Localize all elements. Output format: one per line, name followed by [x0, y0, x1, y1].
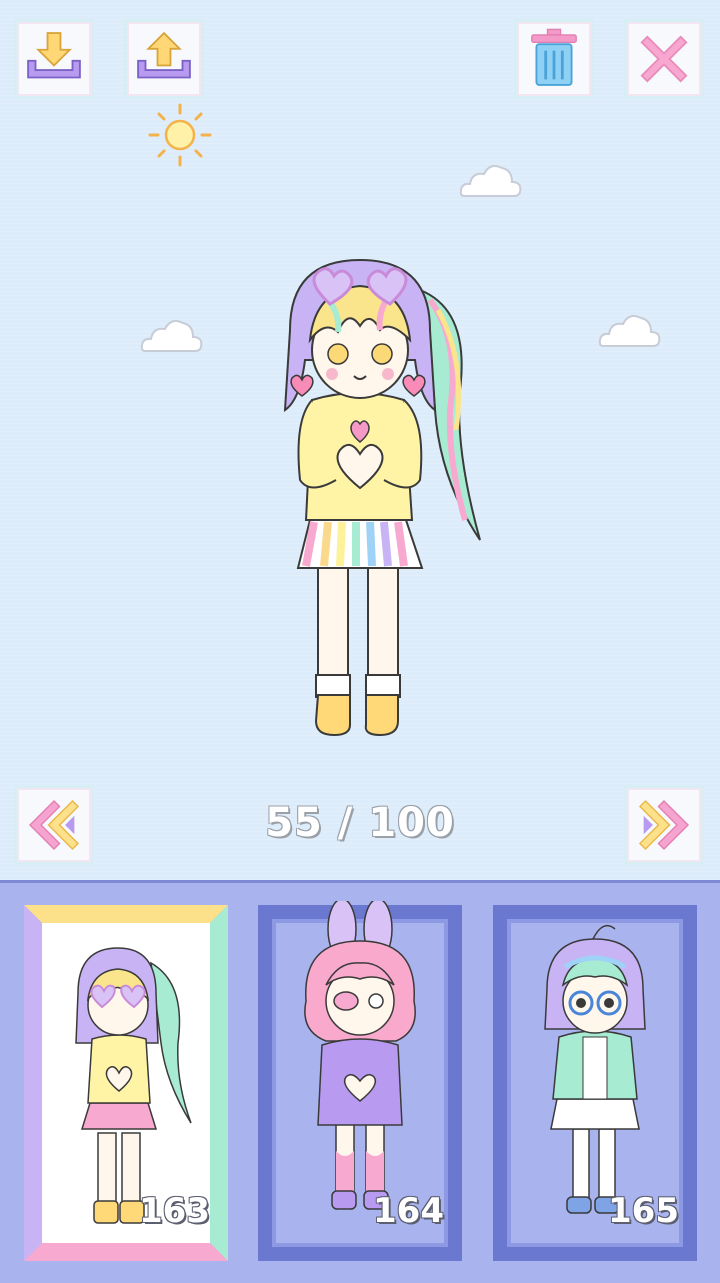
- character-slot[interactable]: 164: [258, 901, 462, 1261]
- character-slot-tray: 163 164 165: [0, 880, 720, 1283]
- next-button[interactable]: [624, 785, 704, 865]
- close-icon: [640, 35, 688, 83]
- slot-number: 165: [608, 1191, 679, 1231]
- delete-button[interactable]: [514, 19, 594, 99]
- cloud-icon: [598, 315, 661, 347]
- double-chevron-right-icon: [638, 799, 690, 851]
- trash-icon: [531, 28, 577, 86]
- download-button[interactable]: [14, 19, 94, 99]
- character-slot[interactable]: 165: [493, 905, 697, 1261]
- upload-icon: [137, 31, 191, 79]
- slot-number: 164: [373, 1191, 444, 1231]
- character-thumbnail: [304, 901, 416, 1210]
- slot-number: 163: [139, 1191, 210, 1231]
- sun-icon: [148, 103, 212, 167]
- double-chevron-left-icon: [28, 799, 80, 851]
- page-counter: 55 / 100: [265, 800, 455, 846]
- cloud-icon: [459, 165, 522, 197]
- download-icon: [27, 32, 81, 79]
- upload-button[interactable]: [124, 19, 204, 99]
- cloud-icon: [140, 320, 203, 352]
- close-button[interactable]: [624, 19, 704, 99]
- character-preview: [283, 258, 481, 737]
- previous-button[interactable]: [14, 785, 94, 865]
- character-slot[interactable]: 163: [24, 905, 228, 1261]
